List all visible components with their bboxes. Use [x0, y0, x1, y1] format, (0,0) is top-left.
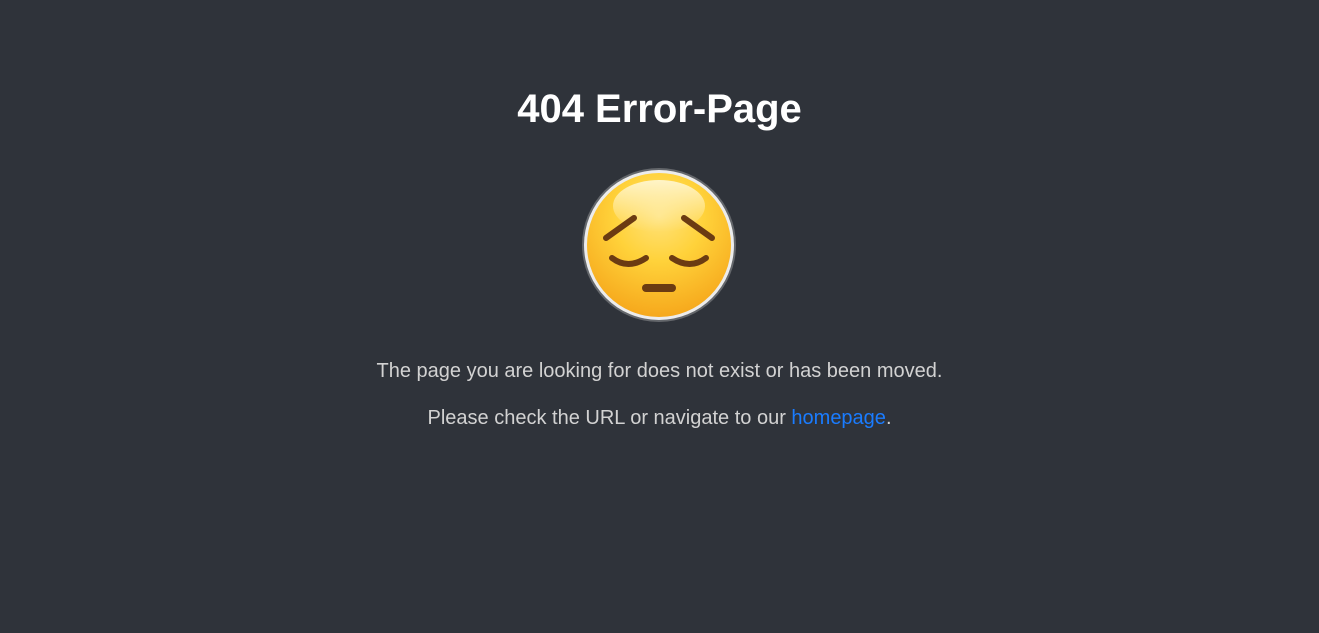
error-page: 404 Error-Page The page you are looking …	[0, 0, 1319, 633]
navigation-hint: Please check the URL or navigate to our …	[0, 406, 1319, 430]
page-title: 404 Error-Page	[517, 87, 802, 131]
hint-text: Please check the URL or navigate to our	[427, 407, 792, 429]
homepage-link[interactable]: homepage	[791, 407, 886, 429]
hint-period: .	[885, 407, 892, 429]
pensive-face-icon	[582, 168, 736, 322]
error-message: The page you are looking for does not ex…	[376, 360, 943, 382]
